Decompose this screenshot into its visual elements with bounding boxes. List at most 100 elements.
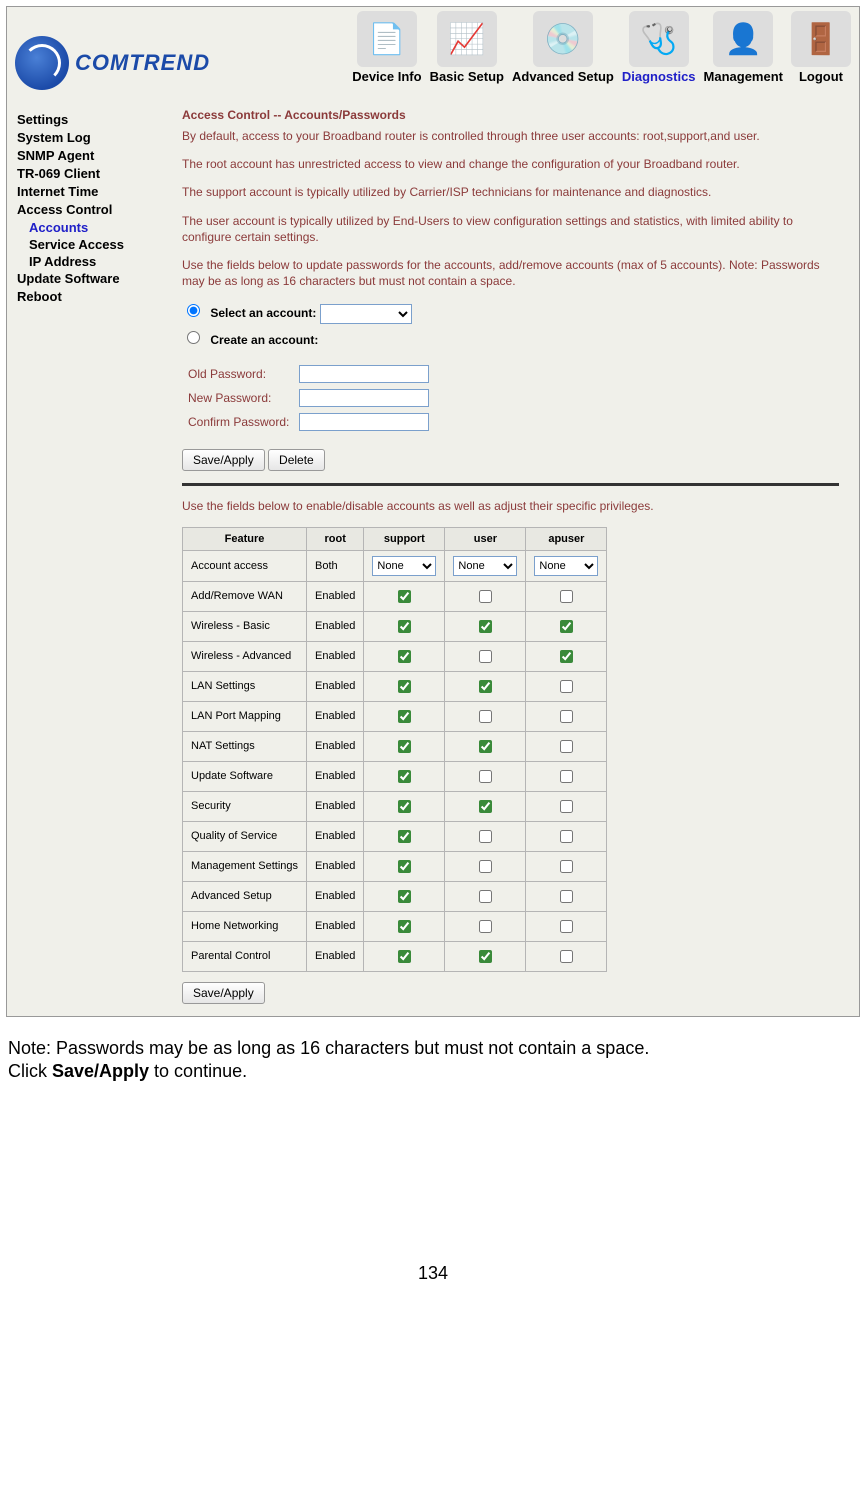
priv-checkbox-support[interactable] — [398, 830, 411, 843]
sidebar-subitem-service-access[interactable]: Service Access — [29, 237, 154, 252]
priv-checkbox-support[interactable] — [398, 590, 411, 603]
priv-root: Enabled — [307, 761, 364, 791]
delete-button[interactable]: Delete — [268, 449, 325, 471]
priv-cell — [364, 911, 445, 941]
priv-cell — [445, 701, 526, 731]
priv-checkbox-support[interactable] — [398, 950, 411, 963]
priv-root: Enabled — [307, 641, 364, 671]
diagnostics-icon: 🩺 — [629, 11, 689, 67]
save-apply-button[interactable]: Save/Apply — [182, 449, 265, 471]
priv-checkbox-user[interactable] — [479, 740, 492, 753]
priv-checkbox-apuser[interactable] — [560, 890, 573, 903]
nav-item-logout[interactable]: 🚪Logout — [791, 11, 851, 90]
priv-checkbox-user[interactable] — [479, 650, 492, 663]
sidebar-item-settings[interactable]: Settings — [17, 112, 154, 127]
password-table: Old Password: New Password: Confirm Pass… — [182, 361, 435, 435]
nav-item-device-info[interactable]: 📄Device Info — [352, 11, 421, 90]
nav-item-diagnostics[interactable]: 🩺Diagnostics — [622, 11, 696, 90]
priv-checkbox-user[interactable] — [479, 920, 492, 933]
priv-checkbox-support[interactable] — [398, 920, 411, 933]
priv-cell — [364, 641, 445, 671]
priv-checkbox-apuser[interactable] — [560, 770, 573, 783]
account-access-select[interactable]: None — [534, 556, 598, 576]
priv-checkbox-support[interactable] — [398, 890, 411, 903]
create-account-radio[interactable] — [187, 331, 200, 344]
priv-root: Both — [307, 550, 364, 581]
new-password-input[interactable] — [299, 389, 429, 407]
priv-cell — [526, 821, 607, 851]
priv-checkbox-apuser[interactable] — [560, 920, 573, 933]
priv-cell — [526, 761, 607, 791]
select-account-label: Select an account: — [210, 306, 316, 320]
table-row: NAT SettingsEnabled — [183, 731, 607, 761]
priv-cell — [364, 671, 445, 701]
priv-select-cell: None — [364, 550, 445, 581]
header: COMTREND 📄Device Info📈Basic Setup💿Advanc… — [7, 7, 859, 90]
sidebar-item-update-software[interactable]: Update Software — [17, 271, 154, 286]
priv-checkbox-user[interactable] — [479, 770, 492, 783]
priv-cell — [364, 941, 445, 971]
priv-root: Enabled — [307, 941, 364, 971]
priv-checkbox-apuser[interactable] — [560, 710, 573, 723]
priv-checkbox-support[interactable] — [398, 770, 411, 783]
sidebar-item-internet-time[interactable]: Internet Time — [17, 184, 154, 199]
priv-checkbox-apuser[interactable] — [560, 620, 573, 633]
intro-p2: The root account has unrestricted access… — [182, 156, 839, 172]
nav-item-advanced-setup[interactable]: 💿Advanced Setup — [512, 11, 614, 90]
priv-checkbox-support[interactable] — [398, 710, 411, 723]
priv-checkbox-support[interactable] — [398, 650, 411, 663]
priv-checkbox-apuser[interactable] — [560, 650, 573, 663]
priv-cell — [526, 611, 607, 641]
priv-checkbox-apuser[interactable] — [560, 680, 573, 693]
old-password-input[interactable] — [299, 365, 429, 383]
sidebar-item-system-log[interactable]: System Log — [17, 130, 154, 145]
priv-checkbox-apuser[interactable] — [560, 800, 573, 813]
top-nav: 📄Device Info📈Basic Setup💿Advanced Setup🩺… — [352, 11, 851, 90]
sidebar-subitem-ip-address[interactable]: IP Address — [29, 254, 154, 269]
sidebar-item-reboot[interactable]: Reboot — [17, 289, 154, 304]
priv-checkbox-user[interactable] — [479, 680, 492, 693]
table-row: Wireless - BasicEnabled — [183, 611, 607, 641]
management-icon: 👤 — [713, 11, 773, 67]
save-apply-button-2[interactable]: Save/Apply — [182, 982, 265, 1004]
priv-checkbox-user[interactable] — [479, 890, 492, 903]
priv-checkbox-apuser[interactable] — [560, 740, 573, 753]
sidebar-item-access-control[interactable]: Access Control — [17, 202, 154, 217]
priv-checkbox-apuser[interactable] — [560, 590, 573, 603]
priv-cell — [445, 611, 526, 641]
priv-checkbox-support[interactable] — [398, 800, 411, 813]
table-row: Wireless - AdvancedEnabled — [183, 641, 607, 671]
priv-checkbox-user[interactable] — [479, 800, 492, 813]
table-row: Advanced SetupEnabled — [183, 881, 607, 911]
priv-checkbox-support[interactable] — [398, 620, 411, 633]
priv-checkbox-user[interactable] — [479, 710, 492, 723]
priv-checkbox-user[interactable] — [479, 950, 492, 963]
priv-checkbox-user[interactable] — [479, 590, 492, 603]
priv-cell — [445, 911, 526, 941]
table-row: Management SettingsEnabled — [183, 851, 607, 881]
priv-checkbox-user[interactable] — [479, 620, 492, 633]
priv-checkbox-apuser[interactable] — [560, 860, 573, 873]
nav-item-management[interactable]: 👤Management — [704, 11, 783, 90]
priv-checkbox-support[interactable] — [398, 860, 411, 873]
priv-cell — [445, 941, 526, 971]
sidebar-item-snmp-agent[interactable]: SNMP Agent — [17, 148, 154, 163]
priv-cell — [364, 881, 445, 911]
account-access-select[interactable]: None — [372, 556, 436, 576]
priv-feature: Parental Control — [183, 941, 307, 971]
nav-item-basic-setup[interactable]: 📈Basic Setup — [430, 11, 504, 90]
select-account-radio[interactable] — [187, 304, 200, 317]
account-access-select[interactable]: None — [453, 556, 517, 576]
priv-cell — [526, 701, 607, 731]
priv-checkbox-user[interactable] — [479, 830, 492, 843]
confirm-password-input[interactable] — [299, 413, 429, 431]
priv-checkbox-user[interactable] — [479, 860, 492, 873]
select-account-dropdown[interactable] — [320, 304, 412, 324]
priv-checkbox-apuser[interactable] — [560, 950, 573, 963]
select-account-row: Select an account: — [182, 301, 839, 324]
sidebar-item-tr-069-client[interactable]: TR-069 Client — [17, 166, 154, 181]
priv-checkbox-support[interactable] — [398, 740, 411, 753]
sidebar-subitem-accounts[interactable]: Accounts — [29, 220, 154, 235]
priv-checkbox-support[interactable] — [398, 680, 411, 693]
priv-checkbox-apuser[interactable] — [560, 830, 573, 843]
